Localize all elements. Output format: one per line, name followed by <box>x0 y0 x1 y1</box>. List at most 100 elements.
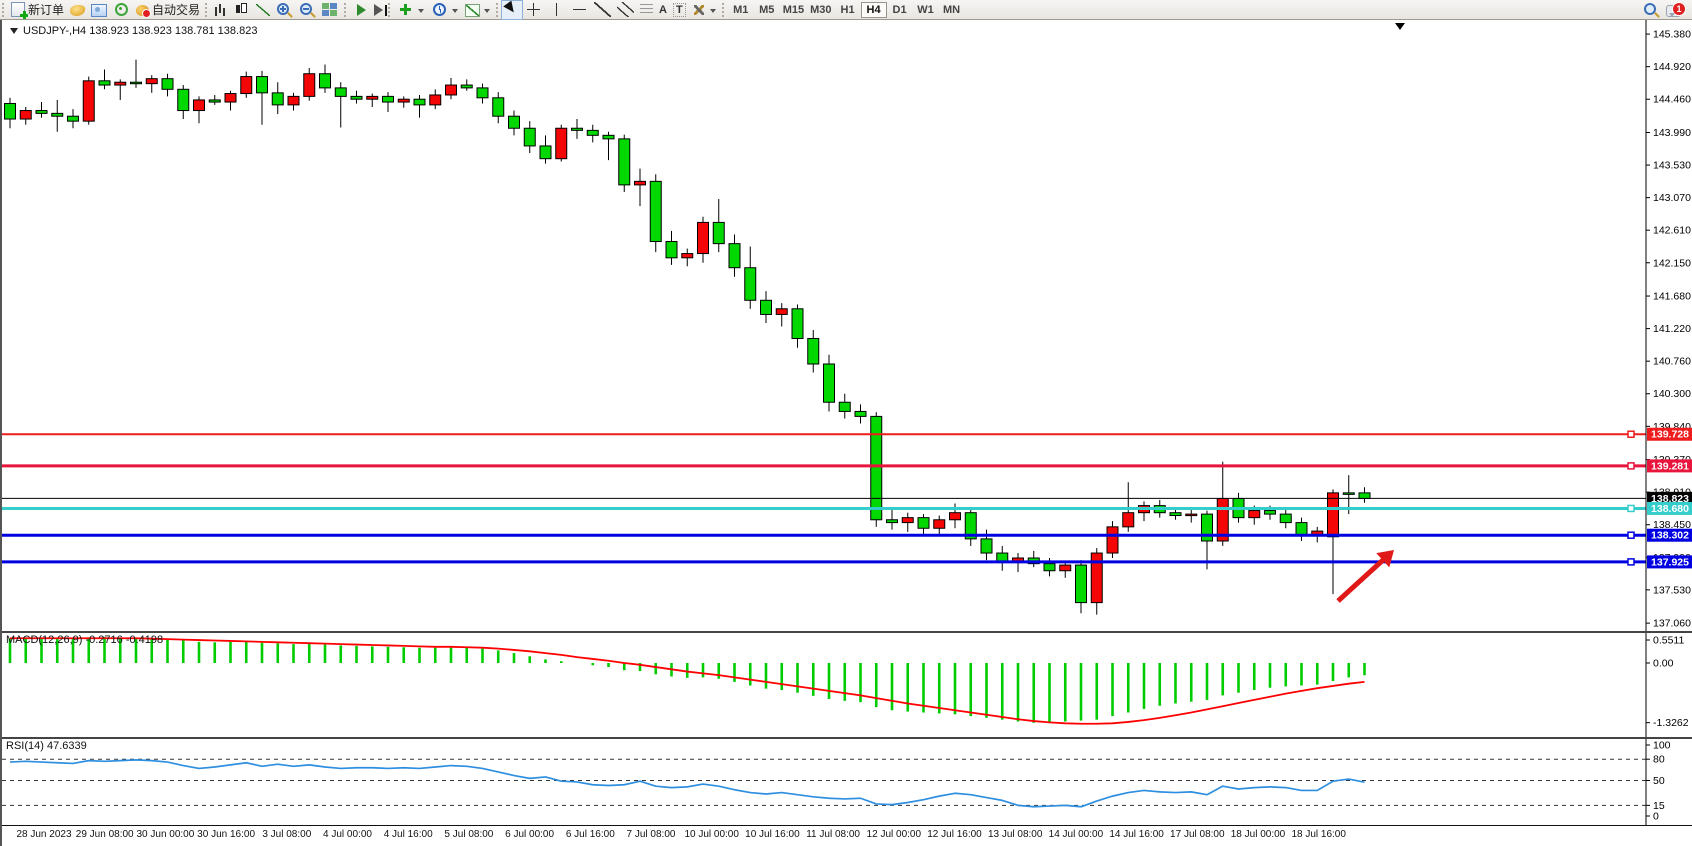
line-anchor-marker <box>1628 559 1634 565</box>
text-label-tool-button[interactable]: T <box>670 1 689 19</box>
templates-button[interactable] <box>462 1 494 19</box>
date-tick-label: 3 Jul 08:00 <box>262 829 311 840</box>
news-button[interactable] <box>110 1 133 19</box>
timeframe-m1-button[interactable]: M1 <box>728 2 754 18</box>
price-level-badge-text: 139.728 <box>1651 429 1689 441</box>
date-tick-label: 4 Jul 16:00 <box>384 829 433 840</box>
fibonacci-tool-button[interactable] <box>637 1 656 19</box>
chart-shift-button[interactable] <box>369 1 386 19</box>
notifications-button[interactable]: 1 <box>1663 1 1684 19</box>
crosshair-tool-button[interactable] <box>522 1 545 19</box>
auto-scroll-icon <box>357 4 366 16</box>
chevron-down-icon[interactable] <box>10 28 18 38</box>
timeframe-d1-button[interactable]: D1 <box>887 2 913 18</box>
bull-candle <box>1186 514 1197 516</box>
vertical-line-tool-button[interactable] <box>545 1 568 19</box>
toolbar-grip[interactable] <box>496 3 498 17</box>
terminal-button[interactable] <box>88 1 110 19</box>
macd-canvas[interactable]: 0.55110.00-1.3262 <box>2 633 1692 737</box>
bear-candle <box>808 339 819 364</box>
fibonacci-icon <box>640 4 653 16</box>
date-tick-label: 4 Jul 00:00 <box>323 829 372 840</box>
macd-label: MACD(12,26,9) -0.2716 -0.4198 <box>6 634 163 646</box>
macd-panel[interactable]: 0.55110.00-1.3262 MACD(12,26,9) -0.2716 … <box>2 633 1692 737</box>
horizontal-line-tool-button[interactable] <box>568 1 591 19</box>
autotrade-button[interactable]: 自动交易 <box>133 1 203 19</box>
channel-tool-button[interactable] <box>614 1 637 19</box>
gold-icon <box>69 5 86 16</box>
chart-title-text: USDJPY-,H4 138.923 138.923 138.781 138.8… <box>23 25 257 37</box>
toolbar-grip[interactable] <box>388 3 390 17</box>
bear-candle <box>650 181 661 241</box>
rsi-panel[interactable]: 1008050150 RSI(14) 47.6339 <box>2 739 1692 825</box>
timeframe-h1-button[interactable]: H1 <box>835 2 861 18</box>
cursor-tool-button[interactable] <box>502 1 522 19</box>
text-tool-icon: A <box>659 4 667 16</box>
price-tick-label: 143.070 <box>1653 192 1691 204</box>
chart-title[interactable]: USDJPY-,H4 138.923 138.923 138.781 138.8… <box>10 24 257 38</box>
main-chart-canvas[interactable]: 145.380144.920144.460143.990143.530143.0… <box>2 20 1692 631</box>
bar-chart-button[interactable] <box>211 1 230 19</box>
rsi-tick-label: 80 <box>1653 754 1665 766</box>
bull-candle <box>1328 493 1339 537</box>
rsi-canvas[interactable]: 1008050150 <box>2 739 1692 825</box>
timeframe-w1-button[interactable]: W1 <box>913 2 939 18</box>
clock-icon <box>433 3 446 16</box>
trendline-tool-button[interactable] <box>591 1 614 19</box>
timeframe-m5-button[interactable]: M5 <box>754 2 780 18</box>
bull-candle <box>950 513 961 520</box>
price-tick-label: 142.610 <box>1653 225 1691 237</box>
zoom-in-button[interactable] <box>273 1 296 19</box>
price-tick-label: 137.530 <box>1653 584 1691 596</box>
date-tick-label: 18 Jul 16:00 <box>1291 829 1346 840</box>
new-order-button[interactable]: 新订单 <box>8 1 67 19</box>
bear-candle <box>351 96 362 99</box>
bull-candle <box>430 95 441 105</box>
bear-candle <box>713 222 724 243</box>
bull-candle <box>682 254 693 258</box>
timeframe-h4-button[interactable]: H4 <box>861 2 887 18</box>
bear-candle <box>257 77 268 93</box>
timeframe-m30-button[interactable]: M30 <box>807 2 834 18</box>
search-button[interactable] <box>1640 1 1663 19</box>
bear-candle <box>320 74 331 88</box>
bull-candle <box>194 100 205 111</box>
auto-scroll-button[interactable] <box>350 1 369 19</box>
trading-terminal: 新订单 自动交易 A T M1M5M15M30H1 <box>0 0 1692 846</box>
rsi-tick-label: 50 <box>1653 775 1665 787</box>
price-tick-label: 141.680 <box>1653 291 1691 303</box>
arrows-tool-button[interactable] <box>689 1 720 19</box>
bear-candle <box>587 130 598 135</box>
bear-candle <box>572 128 583 130</box>
arrows-icon <box>694 5 704 15</box>
bear-candle <box>1280 514 1291 522</box>
date-axis[interactable]: 28 Jun 202329 Jun 08:0030 Jun 00:0030 Ju… <box>2 825 1692 846</box>
bull-candle <box>1123 513 1134 527</box>
timeframe-m15-button[interactable]: M15 <box>780 2 807 18</box>
bear-candle <box>461 85 472 88</box>
bear-candle <box>1076 565 1087 603</box>
market-watch-button[interactable] <box>67 1 88 19</box>
timeframe-mn-button[interactable]: MN <box>939 2 965 18</box>
text-tool-button[interactable]: A <box>656 1 670 19</box>
line-chart-button[interactable] <box>253 1 273 19</box>
macd-tick-label: -1.3262 <box>1653 717 1689 729</box>
dropdown-caret <box>452 9 458 16</box>
candlestick-button[interactable] <box>230 1 253 19</box>
periods-button[interactable] <box>428 1 462 19</box>
zoom-out-button[interactable] <box>296 1 319 19</box>
indicators-button[interactable] <box>394 1 428 19</box>
price-tick-label: 142.150 <box>1653 257 1691 269</box>
bull-candle <box>776 309 787 315</box>
date-tick-label: 14 Jul 16:00 <box>1109 829 1164 840</box>
bear-candle <box>824 364 835 402</box>
tile-windows-button[interactable] <box>319 1 342 19</box>
toolbar-grip[interactable] <box>722 3 724 17</box>
main-chart-panel[interactable]: 145.380144.920144.460143.990143.530143.0… <box>2 20 1692 631</box>
toolbar-grip[interactable] <box>2 3 4 17</box>
toolbar-grip[interactable] <box>205 3 207 17</box>
new-order-icon <box>11 2 25 17</box>
toolbar: 新订单 自动交易 A T M1M5M15M30H1 <box>0 0 1692 20</box>
autotrade-icon <box>136 5 149 16</box>
toolbar-grip[interactable] <box>344 3 346 17</box>
